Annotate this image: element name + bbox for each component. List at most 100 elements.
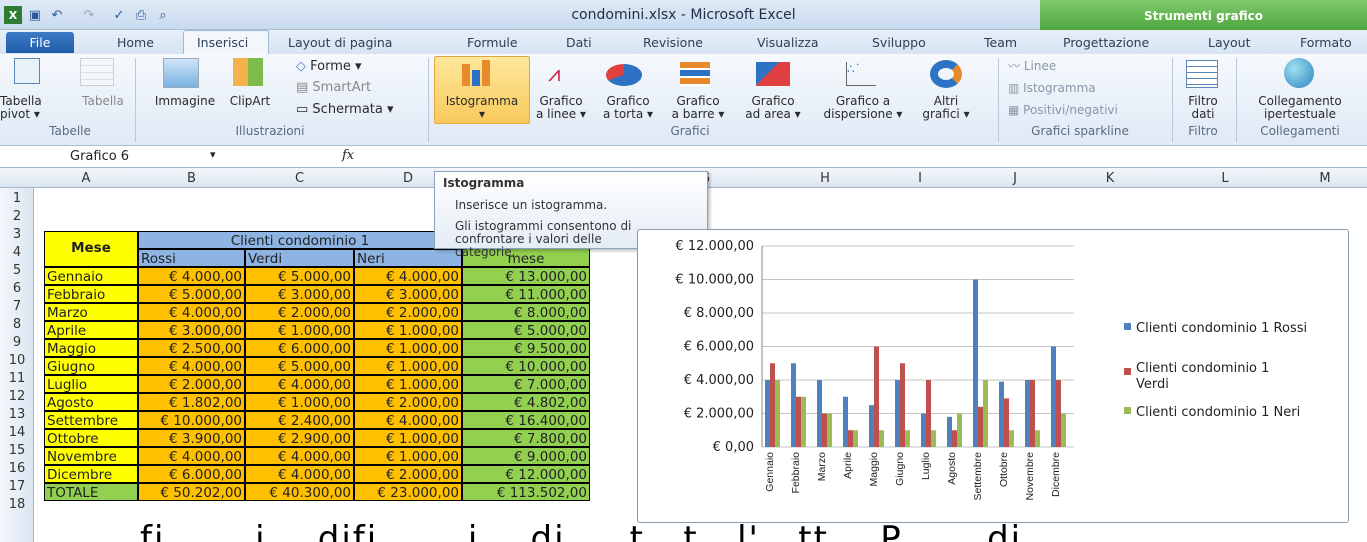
namebox-dropdown-icon[interactable]: ▾ bbox=[210, 148, 216, 161]
cell-verdi[interactable]: € 1.000,00 bbox=[245, 321, 354, 339]
row-header-7[interactable]: 7 bbox=[0, 298, 34, 316]
cell-verdi[interactable]: € 2.000,00 bbox=[245, 303, 354, 321]
row-header-17[interactable]: 17 bbox=[0, 478, 34, 496]
cell-month[interactable]: TOTALE bbox=[44, 483, 138, 501]
clipart-button[interactable]: ClipArt bbox=[220, 95, 280, 108]
cell-month[interactable]: Aprile bbox=[44, 321, 138, 339]
cell-totale[interactable]: € 16.400,00 bbox=[462, 411, 590, 429]
col-header-i[interactable]: I bbox=[880, 171, 960, 186]
cell-totale[interactable]: € 12.000,00 bbox=[462, 465, 590, 483]
line-chart-button[interactable]: Grafico a linee ▾ bbox=[532, 95, 590, 121]
cell-rossi-header[interactable]: Rossi bbox=[138, 249, 245, 267]
cell-neri[interactable]: € 4.000,00 bbox=[354, 411, 462, 429]
immagine-button[interactable]: Immagine bbox=[150, 95, 220, 108]
row-header-16[interactable]: 16 bbox=[0, 460, 34, 478]
cell-month[interactable]: Dicembre bbox=[44, 465, 138, 483]
cell-verdi[interactable]: € 6.000,00 bbox=[245, 339, 354, 357]
cell-verdi[interactable]: € 4.000,00 bbox=[245, 465, 354, 483]
row-header-8[interactable]: 8 bbox=[0, 316, 34, 334]
row-header-6[interactable]: 6 bbox=[0, 280, 34, 298]
cell-neri[interactable]: € 2.000,00 bbox=[354, 393, 462, 411]
cell-month[interactable]: Marzo bbox=[44, 303, 138, 321]
col-header-k[interactable]: K bbox=[1070, 171, 1150, 186]
name-box[interactable]: Grafico 6 bbox=[40, 147, 230, 167]
col-header-b[interactable]: B bbox=[138, 171, 245, 186]
cell-neri[interactable]: € 1.000,00 bbox=[354, 447, 462, 465]
tab-progettazione[interactable]: Progettazione bbox=[1063, 35, 1149, 50]
col-header-a[interactable]: A bbox=[34, 171, 138, 186]
tab-formule[interactable]: Formule bbox=[467, 35, 518, 50]
cell-totale[interactable]: € 10.000,00 bbox=[462, 357, 590, 375]
schermata-button[interactable]: ▭ Schermata ▾ bbox=[296, 103, 394, 116]
scatter-chart-button[interactable]: Grafico a dispersione ▾ bbox=[818, 95, 908, 121]
cell-neri[interactable]: € 1.000,00 bbox=[354, 339, 462, 357]
row-header-13[interactable]: 13 bbox=[0, 406, 34, 424]
cell-totale[interactable]: € 7.800,00 bbox=[462, 429, 590, 447]
tab-file[interactable]: File bbox=[6, 32, 74, 53]
cell-rossi[interactable]: € 4.000,00 bbox=[138, 447, 245, 465]
cell-rossi[interactable]: € 4.000,00 bbox=[138, 303, 245, 321]
smartart-button[interactable]: ▤ SmartArt bbox=[296, 81, 371, 94]
cell-neri[interactable]: € 1.000,00 bbox=[354, 321, 462, 339]
cell-month[interactable]: Settembre bbox=[44, 411, 138, 429]
cell-verdi[interactable]: € 3.000,00 bbox=[245, 285, 354, 303]
cell-rossi[interactable]: € 3.900,00 bbox=[138, 429, 245, 447]
cell-verdi[interactable]: € 4.000,00 bbox=[245, 375, 354, 393]
sparkline-column-button[interactable]: ▥ Istogramma bbox=[1008, 82, 1096, 95]
pie-chart-button[interactable]: Grafico a torta ▾ bbox=[598, 95, 658, 121]
cell-verdi[interactable]: € 1.000,00 bbox=[245, 393, 354, 411]
col-header-c[interactable]: C bbox=[245, 171, 354, 186]
cell-neri-header[interactable]: Neri bbox=[354, 249, 462, 267]
cell-month[interactable]: Luglio bbox=[44, 375, 138, 393]
cell-rossi[interactable]: € 3.000,00 bbox=[138, 321, 245, 339]
cell-rossi[interactable]: € 5.000,00 bbox=[138, 285, 245, 303]
cell-neri[interactable]: € 1.000,00 bbox=[354, 375, 462, 393]
tab-revisione[interactable]: Revisione bbox=[643, 35, 703, 50]
cell-verdi[interactable]: € 2.900,00 bbox=[245, 429, 354, 447]
cell-rossi[interactable]: € 1.802,00 bbox=[138, 393, 245, 411]
cell-month[interactable]: Maggio bbox=[44, 339, 138, 357]
pivot-table-button[interactable]: Tabella pivot ▾ bbox=[0, 95, 50, 121]
cell-totale[interactable]: € 9.500,00 bbox=[462, 339, 590, 357]
row-header-15[interactable]: 15 bbox=[0, 442, 34, 460]
cell-rossi[interactable]: € 2.500,00 bbox=[138, 339, 245, 357]
cell-verdi[interactable]: € 2.400,00 bbox=[245, 411, 354, 429]
cell-verdi-header[interactable]: Verdi bbox=[245, 249, 354, 267]
row-header-12[interactable]: 12 bbox=[0, 388, 34, 406]
cell-neri[interactable]: € 1.000,00 bbox=[354, 429, 462, 447]
row-header-3[interactable]: 3 bbox=[0, 226, 34, 244]
cell-neri[interactable]: € 3.000,00 bbox=[354, 285, 462, 303]
tab-layout-pagina[interactable]: Layout di pagina bbox=[288, 35, 392, 50]
tab-formato[interactable]: Formato bbox=[1300, 35, 1352, 50]
row-header-4[interactable]: 4 bbox=[0, 244, 34, 262]
cell-neri[interactable]: € 2.000,00 bbox=[354, 303, 462, 321]
cell-rossi[interactable]: € 50.202,00 bbox=[138, 483, 245, 501]
cell-rossi[interactable]: € 10.000,00 bbox=[138, 411, 245, 429]
cell-rossi[interactable]: € 2.000,00 bbox=[138, 375, 245, 393]
tab-inserisci[interactable]: Inserisci bbox=[197, 35, 248, 50]
cell-neri[interactable]: € 1.000,00 bbox=[354, 357, 462, 375]
tab-sviluppo[interactable]: Sviluppo bbox=[872, 35, 926, 50]
col-header-m[interactable]: M bbox=[1290, 171, 1360, 186]
cell-totale[interactable]: € 4.802,00 bbox=[462, 393, 590, 411]
sparkline-line-button[interactable]: 〰 Linee bbox=[1008, 60, 1056, 73]
cell-totale[interactable]: € 9.000,00 bbox=[462, 447, 590, 465]
cell-verdi[interactable]: € 40.300,00 bbox=[245, 483, 354, 501]
row-header-18[interactable]: 18 bbox=[0, 496, 34, 514]
istogramma-button[interactable]: Istogramma ▾ bbox=[434, 95, 530, 121]
row-header-5[interactable]: 5 bbox=[0, 262, 34, 280]
row-header-1[interactable]: 1 bbox=[0, 190, 34, 208]
col-header-l[interactable]: L bbox=[1190, 171, 1260, 186]
cell-verdi[interactable]: € 5.000,00 bbox=[245, 267, 354, 285]
chart-area[interactable]: € 0,00 € 2.000,00 € 4.000,00 € 6.000,00 € 8.… bbox=[637, 229, 1349, 523]
forme-button[interactable]: ◇ Forme ▾ bbox=[296, 60, 362, 73]
cell-totale[interactable]: € 7.000,00 bbox=[462, 375, 590, 393]
cell-month[interactable]: Giugno bbox=[44, 357, 138, 375]
row-header-14[interactable]: 14 bbox=[0, 424, 34, 442]
table-button[interactable]: Tabella bbox=[78, 95, 128, 108]
cell-neri[interactable]: € 2.000,00 bbox=[354, 465, 462, 483]
cell-month[interactable]: Novembre bbox=[44, 447, 138, 465]
cell-verdi[interactable]: € 4.000,00 bbox=[245, 447, 354, 465]
row-header-11[interactable]: 11 bbox=[0, 370, 34, 388]
tab-visualizza[interactable]: Visualizza bbox=[757, 35, 819, 50]
